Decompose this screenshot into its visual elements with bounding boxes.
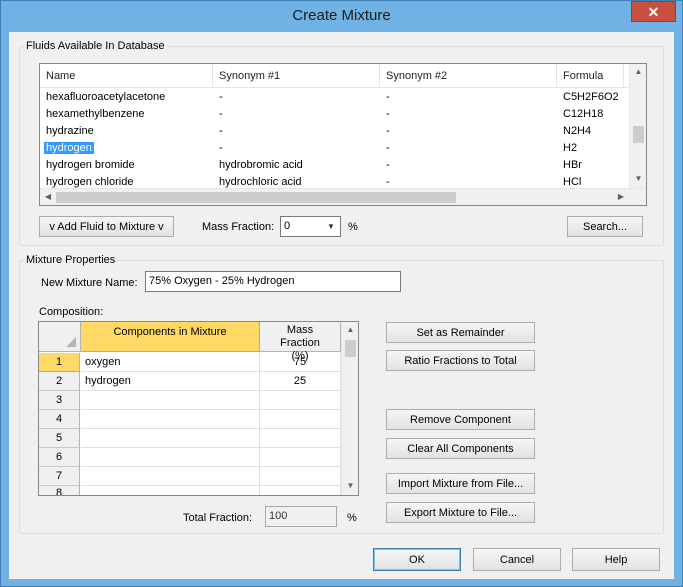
list-item[interactable]: hydrogen bromide hydrobromic acid - HBr: [40, 157, 624, 174]
dialog-client-area: Fluids Available In Database Name Synony…: [9, 32, 674, 579]
mixture-name-input[interactable]: 75% Oxygen - 25% Hydrogen: [145, 271, 401, 292]
clear-all-components-button[interactable]: Clear All Components: [386, 438, 535, 459]
add-fluid-button[interactable]: v Add Fluid to Mixture v: [39, 216, 174, 237]
total-fraction-percent: %: [347, 512, 357, 524]
mass-fraction-label: Mass Fraction:: [202, 221, 275, 233]
mixture-group-legend: Mixture Properties: [26, 254, 116, 266]
export-mixture-button[interactable]: Export Mixture to File...: [386, 502, 535, 523]
total-fraction-field: 100: [265, 506, 337, 527]
list-item[interactable]: hexamethylbenzene - - C12H18: [40, 106, 624, 123]
grid-header-components[interactable]: Components in Mixture: [81, 322, 260, 352]
composition-label: Composition:: [39, 306, 104, 318]
help-button[interactable]: Help: [572, 548, 660, 571]
scroll-up-icon[interactable]: ▲: [342, 325, 358, 334]
corner-triangle-icon: [66, 337, 76, 347]
scroll-down-icon[interactable]: ▼: [342, 481, 358, 490]
close-icon[interactable]: ✕: [631, 1, 676, 22]
total-fraction-label: Total Fraction:: [183, 512, 253, 524]
ok-button[interactable]: OK: [373, 548, 461, 571]
list-item[interactable]: hexafluoroacetylacetone - - C5H2F6O2: [40, 89, 624, 106]
column-header-name[interactable]: Name: [40, 64, 213, 88]
fluids-list[interactable]: Name Synonym #1 Synonym #2 Formula hexaf…: [39, 63, 647, 206]
grid-header-mass-fraction[interactable]: Mass Fraction (%): [260, 322, 341, 362]
mixture-name-label: New Mixture Name:: [41, 277, 138, 289]
fluids-list-hscrollbar[interactable]: ◀ ▶: [40, 188, 646, 205]
create-mixture-window: Create Mixture ✕ Fluids Available In Dat…: [0, 0, 683, 587]
ratio-fractions-button[interactable]: Ratio Fractions to Total: [386, 350, 535, 371]
column-header-synonym2[interactable]: Synonym #2: [380, 64, 557, 88]
mass-fraction-percent: %: [348, 221, 358, 233]
scroll-down-icon[interactable]: ▼: [630, 174, 646, 183]
column-header-synonym1[interactable]: Synonym #1: [213, 64, 380, 88]
scroll-up-icon[interactable]: ▲: [630, 67, 646, 76]
selected-fluid-name: hydrogen: [44, 142, 94, 154]
fluids-list-header: Name Synonym #1 Synonym #2 Formula: [40, 64, 630, 88]
hscrollbar-thumb[interactable]: [56, 192, 456, 203]
list-item[interactable]: hydrazine - - N2H4: [40, 123, 624, 140]
import-mixture-button[interactable]: Import Mixture from File...: [386, 473, 535, 494]
column-header-formula[interactable]: Formula: [557, 64, 624, 88]
cancel-button[interactable]: Cancel: [473, 548, 561, 571]
fluids-group-legend: Fluids Available In Database: [26, 40, 165, 52]
scrollbar-thumb[interactable]: [633, 126, 644, 143]
composition-grid[interactable]: Components in Mixture Mass Fraction (%) …: [38, 321, 359, 496]
scroll-right-icon[interactable]: ▶: [615, 192, 627, 201]
search-button[interactable]: Search...: [567, 216, 643, 237]
chevron-down-icon[interactable]: ▼: [323, 218, 339, 235]
list-item-selected[interactable]: hydrogen - - H2: [40, 140, 624, 157]
scrollbar-thumb[interactable]: [345, 340, 356, 357]
mass-fraction-combo[interactable]: 0 ▼: [280, 216, 341, 237]
remove-component-button[interactable]: Remove Component: [386, 409, 535, 430]
fluids-list-vscrollbar[interactable]: ▲ ▼: [629, 64, 646, 188]
window-title: Create Mixture: [292, 7, 391, 24]
grid-vscrollbar[interactable]: ▲ ▼: [341, 322, 358, 495]
set-remainder-button[interactable]: Set as Remainder: [386, 322, 535, 343]
grid-select-all-corner[interactable]: [39, 322, 81, 352]
scroll-left-icon[interactable]: ◀: [42, 192, 54, 201]
